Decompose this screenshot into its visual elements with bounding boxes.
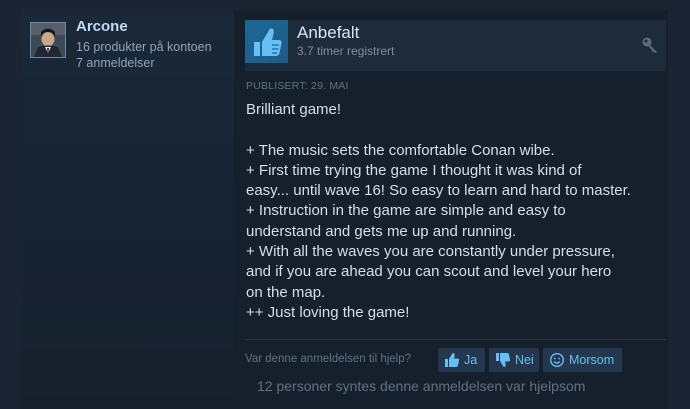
helpful-question: Var denne anmeldelsen til hjelp?	[245, 353, 412, 365]
thumbs-up-icon	[254, 28, 282, 56]
verdict-title[interactable]: Anbefalt	[297, 23, 359, 43]
vote-yes-button[interactable]: Ja	[438, 348, 485, 372]
vote-funny-button[interactable]: Morsom	[543, 348, 622, 372]
vote-yes-label: Ja	[464, 353, 478, 367]
verdict-tile	[245, 20, 288, 63]
review-line: and if you are ahead you can scout and l…	[246, 263, 612, 281]
smiley-icon	[549, 352, 565, 368]
author-avatar[interactable]	[30, 22, 66, 58]
review-body: Brilliant game! + The music sets the com…	[246, 100, 666, 323]
review-line: + With all the waves you are constantly …	[246, 243, 615, 261]
review-line: understand and gets me up and running.	[246, 222, 517, 240]
review-line: + Instruction in the game are simple and…	[246, 202, 566, 220]
review-line-blank	[246, 120, 666, 140]
divider	[245, 339, 666, 340]
vote-no-button[interactable]: Nei	[489, 348, 539, 372]
author-name[interactable]: Arcone	[76, 18, 128, 35]
user-avatar-icon	[31, 23, 65, 57]
review-page: Arcone 16 produkter på kontoen 7 anmelde…	[0, 0, 690, 409]
verdict-header: Anbefalt 3.7 timer registrert	[245, 20, 666, 71]
author-reviews-count[interactable]: 7 anmeldelser	[76, 56, 155, 70]
posted-date: PUBLISERT: 29. MAI	[246, 80, 349, 92]
helpful-count: 12 personer syntes denne anmeldelsen var…	[257, 378, 586, 394]
review-line: on the map.	[246, 283, 326, 301]
thumbs-up-icon	[445, 353, 460, 367]
review-line: + The music sets the comfortable Conan w…	[246, 141, 555, 159]
review-line: Brilliant game!	[246, 101, 342, 118]
review-line: easy... until wave 16! So easy to learn …	[246, 182, 631, 200]
author-products-count[interactable]: 16 produkter på kontoen	[76, 40, 212, 54]
key-icon[interactable]	[641, 36, 659, 54]
helpful-controls: Var denne anmeldelsen til hjelp? Ja Nei	[245, 348, 666, 372]
review-line: + First time trying the game I thought i…	[246, 161, 582, 179]
hours-played: 3.7 timer registrert	[297, 44, 395, 58]
vote-no-label: Nei	[515, 353, 534, 367]
review-line: ++ Just loving the game!	[246, 303, 410, 321]
vote-funny-label: Morsom	[569, 353, 615, 367]
thumbs-down-icon	[496, 353, 511, 367]
